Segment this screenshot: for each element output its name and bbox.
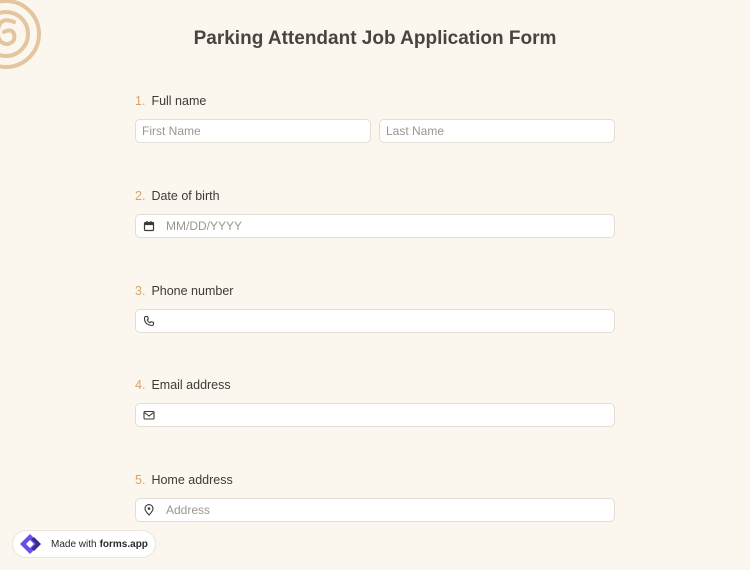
question-phone-number: 3. Phone number: [135, 283, 615, 333]
last-name-placeholder: Last Name: [386, 124, 445, 138]
question-full-name: 1. Full name First Name Last Name: [135, 93, 615, 143]
badge-prefix: Made with: [51, 538, 97, 550]
email-address-input[interactable]: [135, 403, 615, 427]
home-address-input[interactable]: Address: [135, 498, 615, 522]
date-placeholder: MM/DD/YYYY: [166, 219, 243, 233]
question-text: Email address: [151, 378, 231, 392]
question-label: 5. Home address: [135, 472, 615, 488]
question-number: 5.: [135, 473, 146, 487]
question-number: 1.: [135, 94, 146, 108]
question-label: 3. Phone number: [135, 283, 615, 299]
question-text: Date of birth: [151, 189, 220, 203]
made-with-forms-app-badge[interactable]: Made with forms.app: [12, 530, 156, 558]
first-name-placeholder: First Name: [142, 124, 201, 138]
date-of-birth-input[interactable]: MM/DD/YYYY: [135, 214, 615, 238]
question-label: 2. Date of birth: [135, 188, 615, 204]
phone-icon: [143, 315, 155, 327]
question-label: 4. Email address: [135, 377, 615, 393]
question-number: 2.: [135, 189, 146, 203]
question-email-address: 4. Email address: [135, 377, 615, 427]
question-label: 1. Full name: [135, 93, 615, 109]
phone-number-input[interactable]: [135, 309, 615, 333]
question-text: Full name: [151, 94, 207, 108]
last-name-input[interactable]: Last Name: [379, 119, 615, 143]
question-text: Home address: [151, 473, 233, 487]
mail-icon: [143, 410, 155, 420]
first-name-input[interactable]: First Name: [135, 119, 371, 143]
address-placeholder: Address: [166, 503, 211, 517]
forms-app-logo-icon: [20, 534, 41, 554]
question-number: 4.: [135, 378, 146, 392]
calendar-icon: [143, 221, 155, 232]
question-date-of-birth: 2. Date of birth MM/DD/YYYY: [135, 188, 615, 238]
question-number: 3.: [135, 284, 146, 298]
badge-brand: forms.app: [99, 538, 148, 550]
form-title: Parking Attendant Job Application Form: [193, 28, 557, 49]
question-text: Phone number: [151, 284, 234, 298]
question-home-address: 5. Home address Address: [135, 472, 615, 522]
location-pin-icon: [144, 504, 154, 516]
